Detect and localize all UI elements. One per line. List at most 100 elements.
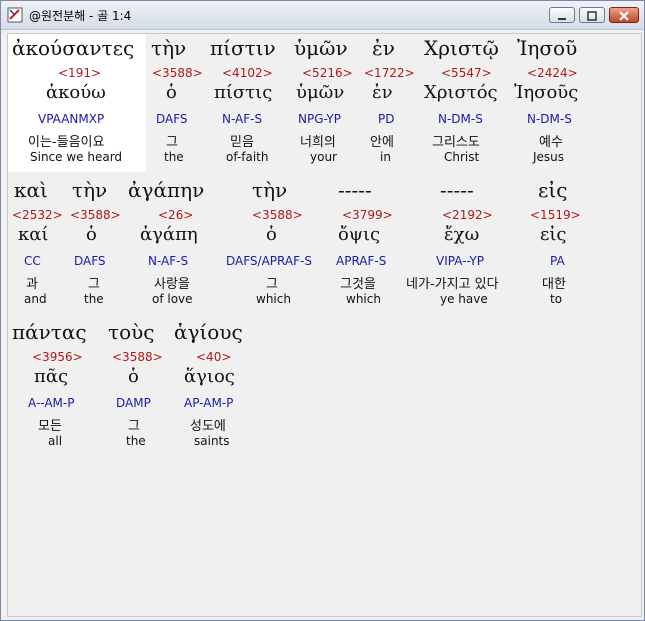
greek-word: ἀγάπην: [128, 178, 205, 202]
english-gloss: which: [256, 292, 291, 306]
minimize-button[interactable]: [549, 7, 575, 23]
greek-word: καὶ: [14, 178, 48, 202]
korean-gloss: 믿음: [230, 135, 254, 150]
strong-number[interactable]: <2424>: [527, 66, 578, 80]
strong-number[interactable]: <3588>: [252, 208, 303, 222]
maximize-icon: [587, 11, 597, 21]
word-card[interactable]: ἁγίους <40> ἅγιος AP-AM-P 성도에 saints: [168, 318, 258, 456]
english-gloss: the: [126, 434, 146, 448]
strong-number[interactable]: <3588>: [112, 350, 163, 364]
parsing-code: VPAANMXP: [38, 112, 105, 126]
minimize-icon: [558, 18, 566, 20]
maximize-button[interactable]: [579, 7, 605, 23]
korean-gloss: 그: [128, 419, 140, 434]
word-card[interactable]: εἰς <1519> εἰς PA 대한 to: [524, 176, 588, 314]
korean-gloss: 안에: [370, 135, 394, 150]
lemma: ὄψις: [338, 224, 381, 245]
lemma: ὑμῶν: [296, 82, 345, 103]
word-card[interactable]: Ἰησοῦ <2424> Ἰησοῦς N-DM-S 예수 Jesus: [511, 34, 591, 172]
parsing-code: CC: [24, 254, 41, 268]
lemma: ἀκούω: [46, 82, 106, 103]
word-card[interactable]: ἐν <1722> ἐν PD 안에 in: [356, 34, 416, 172]
strong-number[interactable]: <3799>: [342, 208, 393, 222]
word-card[interactable]: τοὺς <3588> ὁ DAMP 그 the: [98, 318, 168, 456]
parsing-code: AP-AM-P: [184, 396, 234, 410]
korean-gloss: 모든: [38, 419, 62, 434]
strong-number[interactable]: <4102>: [222, 66, 273, 80]
greek-word: πίστιν: [210, 36, 276, 60]
word-card[interactable]: ὑμῶν <5216> ὑμῶν NPG-YP 너희의 your: [286, 34, 356, 172]
greek-word: τὴν: [252, 178, 288, 202]
lemma: ὁ: [128, 366, 139, 387]
korean-gloss: 너희의: [300, 135, 336, 150]
english-gloss: the: [164, 150, 184, 164]
strong-number[interactable]: <1519>: [530, 208, 581, 222]
parsing-code: N-DM-S: [527, 112, 572, 126]
lemma: ἐν: [372, 82, 393, 103]
app-window: @원전분해 - 골 1:4 ἀκούσαντες <191> ἀκούω VPA…: [0, 0, 645, 621]
window-title: @원전분해 - 골 1:4: [29, 9, 132, 23]
greek-word: τὴν: [72, 178, 108, 202]
parsing-code: A--AM-P: [28, 396, 75, 410]
close-button[interactable]: [609, 7, 639, 23]
greek-word: ἐν: [372, 36, 395, 60]
strong-number[interactable]: <40>: [196, 350, 231, 364]
english-gloss: of love: [152, 292, 193, 306]
korean-gloss: 사랑을: [154, 277, 190, 292]
korean-gloss: 이는-들음이요: [28, 135, 105, 150]
strong-number[interactable]: <191>: [58, 66, 101, 80]
greek-word: -----: [440, 178, 474, 202]
lemma: εἰς: [540, 224, 567, 245]
strong-number[interactable]: <3588>: [152, 66, 203, 80]
word-card[interactable]: ἀκούσαντες <191> ἀκούω VPAANMXP 이는-들음이요 …: [8, 34, 146, 172]
greek-word: -----: [338, 178, 372, 202]
strong-number[interactable]: <3956>: [32, 350, 83, 364]
greek-word: πάντας: [12, 320, 87, 344]
strong-number[interactable]: <5547>: [441, 66, 492, 80]
parsing-code: PA: [550, 254, 565, 268]
word-card[interactable]: πάντας <3956> πᾶς A--AM-P 모든 all: [8, 318, 98, 456]
close-icon: [619, 11, 629, 21]
strong-number[interactable]: <2192>: [442, 208, 493, 222]
english-gloss: to: [550, 292, 563, 306]
title-bar[interactable]: @원전분해 - 골 1:4: [1, 1, 644, 30]
greek-word: τὴν: [151, 36, 187, 60]
word-card[interactable]: τὴν <3588> ὁ DAFS/APRAF-S 그 which: [224, 176, 324, 314]
english-gloss: and: [24, 292, 47, 306]
english-gloss: Jesus: [533, 150, 565, 164]
parsing-code: VIPA--YP: [436, 254, 484, 268]
strong-number[interactable]: <2532>: [12, 208, 63, 222]
lemma: ὁ: [166, 82, 177, 103]
english-gloss: Since we heard: [30, 150, 123, 164]
greek-word: τοὺς: [108, 320, 155, 344]
english-gloss: in: [380, 150, 391, 164]
parsing-code: DAMP: [116, 396, 151, 410]
english-gloss: Christ: [444, 150, 480, 164]
parsing-code: N-AF-S: [148, 254, 189, 268]
korean-gloss: 그: [166, 135, 178, 150]
parsing-code: DAFS: [74, 254, 106, 268]
english-gloss: which: [346, 292, 381, 306]
strong-number[interactable]: <1722>: [364, 66, 415, 80]
english-gloss: the: [84, 292, 104, 306]
korean-gloss: 성도에: [190, 419, 226, 434]
korean-gloss: 그것을: [340, 277, 376, 292]
greek-word: ὑμῶν: [294, 36, 348, 60]
greek-word: Χριστῷ: [424, 36, 499, 60]
greek-word: ἁγίους: [174, 320, 243, 344]
strong-number[interactable]: <5216>: [302, 66, 353, 80]
word-card[interactable]: καὶ <2532> καί CC 과 and: [8, 176, 64, 314]
korean-gloss: 그: [266, 277, 278, 292]
word-card[interactable]: πίστιν <4102> πίστις N-AF-S 믿음 of-faith: [206, 34, 286, 172]
strong-number[interactable]: <3588>: [70, 208, 121, 222]
word-card[interactable]: ----- <2192> ἔχω VIPA--YP 네가-가지고 있다 ye h…: [404, 176, 524, 314]
korean-gloss: 네가-가지고 있다: [406, 277, 499, 292]
word-card[interactable]: ἀγάπην <26> ἀγάπη N-AF-S 사랑을 of love: [124, 176, 224, 314]
strong-number[interactable]: <26>: [158, 208, 193, 222]
lemma: καί: [18, 224, 49, 245]
word-card[interactable]: τὴν <3588> ὁ DAFS 그 the: [64, 176, 124, 314]
word-card[interactable]: τὴν <3588> ὁ DAFS 그 the: [146, 34, 206, 172]
word-card[interactable]: ----- <3799> ὄψις APRAF-S 그것을 which: [324, 176, 404, 314]
lemma: ἅγιος: [184, 366, 235, 387]
word-card[interactable]: Χριστῷ <5547> Χριστός N-DM-S 그리스도 Christ: [416, 34, 511, 172]
